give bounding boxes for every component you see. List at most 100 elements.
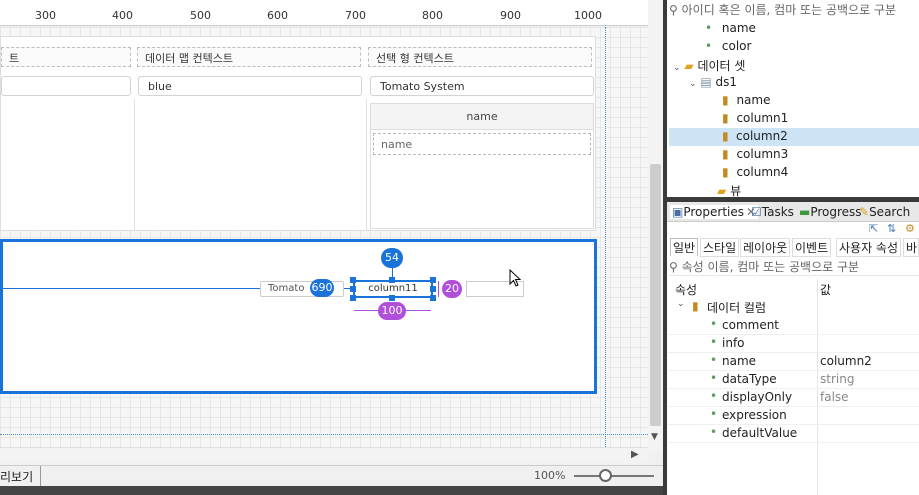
text-field[interactable]: blue	[138, 76, 362, 96]
resize-handle[interactable]	[430, 277, 436, 283]
search-icon: ⚲	[669, 260, 678, 274]
grid-component[interactable]: name name	[370, 103, 594, 229]
resize-handle[interactable]	[350, 295, 356, 301]
tab-tasks[interactable]: ☑Tasks	[751, 205, 794, 219]
property-row[interactable]: • defaultValue	[667, 425, 919, 443]
property-name: displayOnly	[722, 390, 793, 404]
tab-separator	[40, 466, 41, 486]
tab-progress[interactable]: ▬Progress	[799, 205, 862, 219]
tab-properties[interactable]: ▣Properties ✕	[670, 205, 759, 219]
tab-label: Properties	[683, 205, 744, 219]
column-icon: ▮	[722, 165, 729, 179]
ruler-label: 700	[345, 9, 366, 22]
resize-handle[interactable]	[389, 277, 395, 283]
subtab-layout[interactable]: 레이아웃	[740, 238, 791, 257]
tree-item[interactable]: ⌄ ▰ 데이터 셋	[673, 57, 745, 74]
property-value[interactable]: string	[820, 372, 854, 386]
property-row[interactable]: • dataType string	[667, 371, 919, 389]
tree-item-label: column1	[736, 111, 789, 125]
property-name: comment	[722, 318, 780, 332]
grid-header: name	[371, 104, 593, 130]
tree-item[interactable]: ▮ column4	[722, 165, 788, 179]
tasks-icon: ☑	[751, 205, 762, 219]
column-icon: ▮	[722, 111, 729, 125]
tree-item-label: name	[736, 93, 771, 107]
field-dot-icon: •	[710, 407, 718, 421]
resize-handle[interactable]	[430, 295, 436, 301]
left-distance-badge: 690	[310, 279, 334, 297]
tree-search-placeholder: 아이디 혹은 이름, 컴마 또는 공백으로 구분	[681, 3, 897, 17]
property-table: 속성 값 ⌄ ▮ 데이터 컬럼 • comment • info • name …	[667, 279, 919, 495]
property-name: name	[722, 354, 757, 368]
property-row[interactable]: • comment	[667, 317, 919, 335]
property-row[interactable]: • name column2	[667, 353, 919, 371]
property-value[interactable]: false	[820, 390, 849, 404]
subtab-events[interactable]: 이벤트	[792, 238, 832, 257]
form-panel: 트 데이터 맵 컨텍스트 선택 형 컨텍스트 blue Tomato Syste…	[0, 36, 596, 231]
field-dot-icon: •	[705, 21, 713, 35]
chevron-down-icon[interactable]: ⌄	[673, 63, 681, 73]
resize-handle[interactable]	[389, 295, 395, 301]
sort-icon[interactable]: ⇅	[887, 222, 896, 235]
filter-icon[interactable]: ⚙	[905, 222, 915, 235]
property-value[interactable]: column2	[820, 354, 872, 368]
progress-icon: ▬	[799, 205, 811, 219]
toolbar-icon[interactable]: ⇱	[869, 222, 878, 235]
tab-label: Search	[869, 205, 911, 219]
property-row[interactable]: • displayOnly false	[667, 389, 919, 407]
selected-container[interactable]	[0, 239, 597, 394]
zoom-slider-track[interactable]	[574, 475, 654, 477]
scroll-right-icon[interactable]: ▶	[631, 449, 639, 460]
subtab-style[interactable]: 스타일	[700, 238, 740, 257]
subtab-general[interactable]: 일반	[670, 238, 699, 256]
property-row[interactable]: • expression	[667, 407, 919, 425]
chevron-down-icon[interactable]: ⌄	[677, 299, 685, 309]
property-group[interactable]: ⌄ ▮ 데이터 컬럼	[667, 299, 919, 317]
horizontal-scrollbar[interactable]: ▶	[0, 447, 648, 463]
chevron-down-icon[interactable]: ⌄	[689, 79, 697, 89]
guide-line	[0, 434, 648, 435]
property-name: info	[722, 336, 745, 350]
property-name: dataType	[722, 372, 777, 386]
tree-item[interactable]: • name	[705, 21, 756, 35]
tree-item-selected[interactable]: ▮ column2	[669, 128, 919, 146]
tree-item[interactable]: ▮ name	[722, 93, 770, 107]
ruler-label: 600	[267, 9, 288, 22]
ruler-label: 1000	[574, 9, 602, 22]
ruler-label: 300	[35, 9, 56, 22]
resize-handle[interactable]	[350, 286, 356, 292]
tree-item[interactable]: ▮ column3	[722, 147, 788, 161]
subtab-binding[interactable]: 바인	[903, 238, 919, 257]
subtab-user-attrs[interactable]: 사용자 속성	[836, 238, 902, 257]
grid-cell[interactable]: name	[373, 133, 591, 155]
text-field[interactable]: Tomato System	[370, 76, 594, 96]
tree-item[interactable]: ▮ column1	[722, 111, 788, 125]
height-badge: 20	[442, 280, 462, 298]
scrollbar-thumb[interactable]	[650, 164, 661, 426]
tree-item-label: column3	[736, 147, 789, 161]
dataset-tree-panel: ⚲ 아이디 혹은 이름, 컴마 또는 공백으로 구분 • name • colo…	[667, 0, 919, 198]
text-field[interactable]	[1, 76, 131, 96]
column-icon: ▮	[722, 147, 729, 161]
property-row[interactable]: • info	[667, 335, 919, 353]
tab-search[interactable]: ✎Search	[859, 205, 910, 219]
resize-handle[interactable]	[350, 277, 356, 283]
folder-icon: ▰	[717, 184, 727, 198]
tree-item[interactable]: • color	[705, 39, 751, 53]
property-name: expression	[722, 408, 787, 422]
height-line	[438, 281, 439, 297]
property-search-field[interactable]: ⚲ 속성 이름, 컴마 또는 공백으로 구분	[669, 258, 919, 276]
ruler-label: 900	[500, 9, 521, 22]
design-editor: 300 400 500 600 700 800 900 1000 트 데이터 맵…	[0, 0, 663, 495]
scroll-down-icon[interactable]: ▼	[651, 432, 658, 442]
tree-search-field[interactable]: ⚲ 아이디 혹은 이름, 컴마 또는 공백으로 구분	[669, 1, 919, 19]
preview-tab[interactable]: 리보기	[0, 468, 33, 485]
tree-item-label: 뷰	[730, 184, 742, 198]
properties-icon: ▣	[672, 205, 684, 219]
tree-item[interactable]: ⌄ ▤ ds1	[689, 75, 737, 89]
field-dot-icon: •	[710, 335, 718, 349]
divider	[366, 99, 367, 230]
resize-handle[interactable]	[430, 286, 436, 292]
tree-item-label: name	[721, 21, 756, 35]
zoom-slider-thumb[interactable]	[599, 469, 612, 482]
